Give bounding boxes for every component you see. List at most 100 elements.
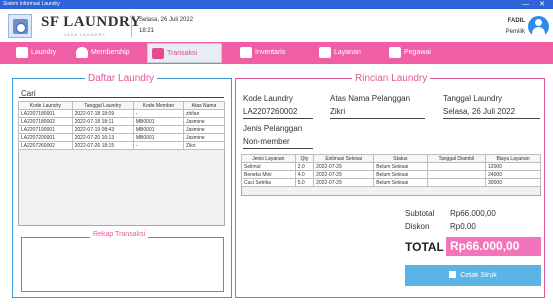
table-cell: 2022-07-18 18:09 bbox=[71, 109, 134, 118]
person-icon bbox=[76, 47, 88, 58]
window-controls[interactable]: — ✕ bbox=[522, 0, 549, 9]
subtotal-value: Rp66.000,00 bbox=[450, 209, 496, 218]
column-header[interactable]: Jenis Layanan bbox=[241, 154, 296, 163]
nav-item-label: Pegawai bbox=[404, 49, 431, 56]
tanggal-laundry-field[interactable]: Selasa, 26 Juli 2022 bbox=[443, 107, 540, 119]
rekap-transaksi-title: Rekap Transaksi bbox=[90, 231, 149, 238]
table-cell: - bbox=[132, 109, 185, 118]
total-label: TOTAL bbox=[405, 240, 444, 254]
subtotal-label: Subtotal bbox=[405, 209, 435, 218]
table-cell: 2022-07-29 bbox=[313, 170, 375, 179]
table-cell: Jasmine bbox=[183, 125, 225, 134]
nav-item-inventaris[interactable]: Inventaris bbox=[236, 43, 306, 63]
table-cell: 2022-07-29 bbox=[313, 162, 375, 171]
nav-item-label: Transaksi bbox=[167, 50, 198, 57]
table-cell: 2.0 bbox=[294, 162, 315, 171]
nav-item-pegawai[interactable]: Pegawai bbox=[385, 43, 445, 63]
tanggal-laundry-label: Tanggal Laundry bbox=[443, 94, 503, 103]
column-header[interactable]: Atas Nama bbox=[183, 101, 225, 110]
daftar-laundry-title: Daftar Laundry bbox=[85, 73, 158, 84]
column-header[interactable]: Kode Member bbox=[132, 101, 185, 110]
nav-item-label: Layanan bbox=[334, 49, 361, 56]
table-cell: Belum Selesai bbox=[373, 170, 428, 179]
nav-item-membership[interactable]: Membership bbox=[72, 43, 142, 63]
column-header[interactable]: Kode Laundry bbox=[18, 101, 73, 110]
diskon-label: Diskon bbox=[405, 222, 430, 231]
column-header[interactable]: Tanggal Diambil bbox=[426, 154, 487, 163]
table-row[interactable]: LA2207260002 2022-07-26 18:15- Zikri bbox=[18, 141, 225, 150]
user-avatar-icon[interactable] bbox=[528, 16, 549, 37]
table-cell: LA2207190001 bbox=[18, 125, 73, 134]
app-header: SF LAUNDRY JASA LAUNDRY Selasa, 26 Juli … bbox=[0, 9, 553, 42]
nav-item-layanan[interactable]: Layanan bbox=[315, 43, 375, 63]
table-row[interactable]: LA2207200001 2022-07-20 16:13 MB0001 Jasmin… bbox=[18, 133, 225, 142]
table-cell: LA2207200001 bbox=[18, 133, 73, 142]
table-cell: 5.0 bbox=[294, 178, 315, 187]
app-subtitle: JASA LAUNDRY bbox=[64, 32, 106, 37]
table-cell: MB0001 bbox=[132, 133, 185, 142]
table-row[interactable]: LA2207180001 2022-07-18 18:09- zhifan bbox=[18, 109, 225, 118]
table-cell: Beneka Mini bbox=[241, 170, 296, 179]
column-header[interactable]: Status bbox=[373, 154, 428, 163]
nav-item-label: Inventaris bbox=[255, 49, 286, 56]
table-row[interactable]: LA2207190001 2022-07-19 08:43 MB0001 Jasmin… bbox=[18, 125, 225, 134]
rekap-transaksi-panel bbox=[21, 237, 224, 292]
table-cell: 4.0 bbox=[294, 170, 315, 179]
nav-item-label: Laundry bbox=[31, 49, 57, 56]
column-header[interactable]: Qty bbox=[294, 154, 315, 163]
table-cell: 24000 bbox=[485, 170, 541, 179]
column-header[interactable]: Estimasi Selesai bbox=[313, 154, 375, 163]
window-title: Sistem Informasi Laundry bbox=[3, 1, 60, 7]
user-name: FADIL bbox=[507, 18, 525, 24]
table-row[interactable]: Selimut 2.0 2022-07-29 Belum Selesai 12000 bbox=[241, 162, 541, 171]
table-cell: Belum Selesai bbox=[373, 178, 428, 187]
daftar-laundry-table: Kode Laundry Tanggal Laundry Kode Member… bbox=[18, 101, 225, 150]
transaction-icon bbox=[152, 48, 164, 59]
table-cell bbox=[426, 170, 487, 179]
jenis-pelanggan-field[interactable]: Non-member bbox=[243, 137, 313, 149]
table-cell: Zikri bbox=[183, 141, 225, 150]
laundry-logo-icon bbox=[8, 14, 32, 38]
table-cell: - bbox=[132, 141, 185, 150]
table-row[interactable]: Cuci Setrika 5.0 2022-07-29 Belum Selesai 30… bbox=[241, 178, 541, 187]
search-input[interactable] bbox=[19, 97, 224, 98]
print-receipt-button[interactable]: Cetak Struk bbox=[405, 265, 541, 286]
print-receipt-label: Cetak Struk bbox=[460, 272, 497, 279]
column-header[interactable]: Biaya Layanan bbox=[485, 154, 541, 163]
nama-pelanggan-label: Atas Nama Pelanggan bbox=[330, 94, 411, 103]
rincian-laundry-title: Rincian Laundry bbox=[352, 73, 431, 84]
service-icon bbox=[319, 47, 331, 58]
nama-pelanggan-field[interactable]: Zikri bbox=[330, 107, 425, 119]
table-row[interactable]: LA2207180002 2022-07-18 18:11 MB0001 Jasmin… bbox=[18, 117, 225, 126]
rincian-laundry-table: Jenis Layanan Qty Estimasi Selesai Statu… bbox=[241, 154, 541, 187]
table-cell: zhifan bbox=[183, 109, 225, 118]
nav-item-laundry[interactable]: Laundry bbox=[12, 43, 62, 63]
table-cell: MB0001 bbox=[132, 117, 185, 126]
nav-item-transaksi[interactable]: Transaksi bbox=[147, 43, 222, 63]
laundry-icon bbox=[16, 47, 28, 58]
column-header[interactable]: Tanggal Laundry bbox=[71, 101, 134, 110]
table-header-row: Jenis Layanan Qty Estimasi Selesai Statu… bbox=[241, 154, 541, 163]
table-cell: 2022-07-18 18:11 bbox=[71, 117, 134, 126]
table-cell bbox=[426, 178, 487, 187]
kode-laundry-label: Kode Laundry bbox=[243, 94, 293, 103]
kode-laundry-field[interactable]: LA2207260002 bbox=[243, 107, 313, 119]
table-cell: Jasmine bbox=[183, 117, 225, 126]
table-cell: Selimut bbox=[241, 162, 296, 171]
table-cell bbox=[426, 162, 487, 171]
employee-icon bbox=[389, 47, 401, 58]
inventory-icon bbox=[240, 47, 252, 58]
main-navbar: Laundry Membership Transaksi Inventaris … bbox=[0, 42, 553, 64]
header-divider bbox=[131, 15, 132, 37]
table-cell: LA2207260002 bbox=[18, 141, 73, 150]
table-row[interactable]: Beneka Mini 4.0 2022-07-29 Belum Selesai 240… bbox=[241, 170, 541, 179]
jenis-pelanggan-label: Jenis Pelanggan bbox=[243, 124, 303, 133]
table-cell: 2022-07-19 08:43 bbox=[71, 125, 134, 134]
app-name: SF LAUNDRY bbox=[41, 14, 142, 30]
table-cell: Cuci Setrika bbox=[241, 178, 296, 187]
diskon-value: Rp0.00 bbox=[450, 222, 476, 231]
window-titlebar: Sistem Informasi Laundry — ✕ bbox=[0, 0, 553, 9]
current-time: 18:21 bbox=[139, 28, 155, 34]
table-cell: Belum Selesai bbox=[373, 162, 428, 171]
table-header-row: Kode Laundry Tanggal Laundry Kode Member… bbox=[18, 101, 225, 110]
